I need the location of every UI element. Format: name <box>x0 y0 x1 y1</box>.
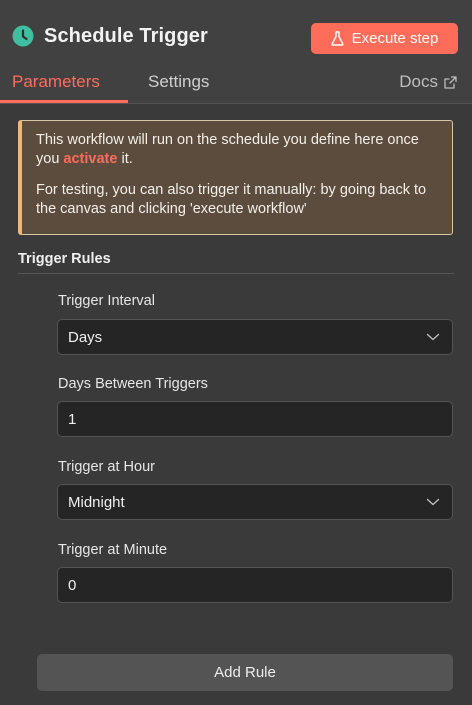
trigger-at-hour-value: Midnight <box>68 493 125 511</box>
notice-text-1: This workflow will run on the schedule y… <box>36 131 438 169</box>
tab-settings[interactable]: Settings <box>148 72 209 92</box>
panel-tabs: Parameters Settings Docs <box>0 66 472 104</box>
notice-text-2: For testing, you can also trigger it man… <box>36 182 427 217</box>
trigger-at-minute-value: 0 <box>68 576 77 594</box>
days-between-triggers-value: 1 <box>68 410 77 428</box>
node-header: Schedule Trigger Execute step <box>0 0 472 66</box>
docs-link[interactable]: Docs <box>399 72 457 92</box>
add-rule-button[interactable]: Add Rule <box>37 654 453 691</box>
trigger-at-hour-select[interactable]: Midnight <box>57 484 453 520</box>
execute-step-button[interactable]: Execute step <box>311 23 458 54</box>
parameters-panel: This workflow will run on the schedule y… <box>0 104 472 705</box>
chevron-down-icon <box>426 498 440 506</box>
node-title: Schedule Trigger <box>44 25 208 47</box>
activate-link[interactable]: activate <box>63 151 117 167</box>
days-between-triggers-input[interactable]: 1 <box>57 401 453 437</box>
trigger-interval-value: Days <box>68 328 103 346</box>
trigger-rules-title: Trigger Rules <box>18 251 111 267</box>
schedule-notice: This workflow will run on the schedule y… <box>18 120 453 235</box>
notice-text-suffix: it. <box>117 151 133 167</box>
trigger-interval-label: Trigger Interval <box>58 293 155 309</box>
days-between-triggers-label: Days Between Triggers <box>58 376 208 392</box>
execute-step-label: Execute step <box>351 30 439 47</box>
trigger-at-minute-input[interactable]: 0 <box>57 567 453 603</box>
trigger-interval-select[interactable]: Days <box>57 319 453 355</box>
flask-icon <box>331 31 344 46</box>
section-divider <box>18 273 454 274</box>
external-link-icon <box>444 75 457 89</box>
trigger-at-minute-label: Trigger at Minute <box>58 542 168 558</box>
chevron-down-icon <box>426 333 440 341</box>
trigger-at-hour-label: Trigger at Hour <box>58 459 155 475</box>
tab-parameters[interactable]: Parameters <box>12 72 100 92</box>
docs-label: Docs <box>399 72 438 91</box>
active-tab-indicator <box>0 100 128 103</box>
clock-icon <box>12 25 34 47</box>
